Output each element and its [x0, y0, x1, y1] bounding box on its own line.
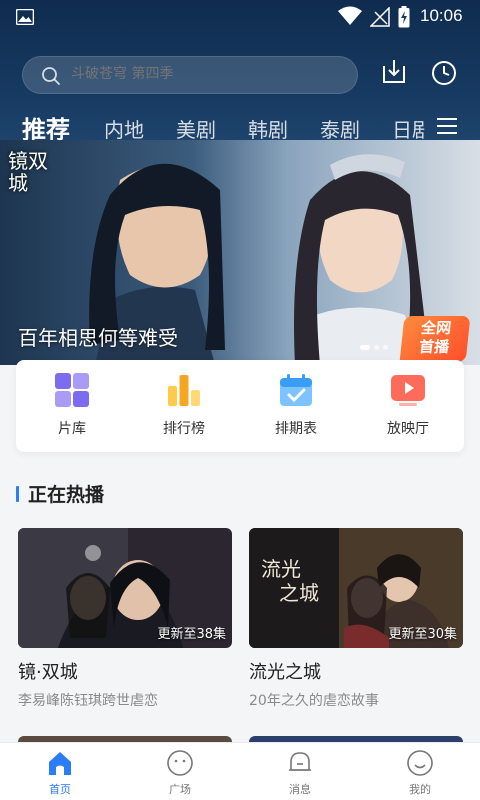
tab-korean-drama[interactable]: 韩剧	[248, 114, 288, 143]
show-card[interactable]: 更新至38集 镜·双城 李易峰陈钰琪跨世虐恋	[18, 528, 232, 710]
show-title: 镜·双城	[18, 662, 78, 683]
tab-us-drama[interactable]: 美剧	[176, 114, 216, 143]
nav-home[interactable]: 首页	[0, 743, 120, 800]
pagination-dot	[360, 345, 370, 350]
search-box[interactable]	[22, 56, 358, 94]
message-bell-icon	[289, 752, 311, 771]
nav-label: 首页	[49, 783, 71, 796]
section-title: 正在热播	[28, 484, 105, 506]
badge-line2: 首播	[418, 338, 451, 356]
nav-label: 广场	[169, 783, 191, 796]
premiere-badge: 全网 首播	[399, 316, 471, 362]
shortcut-card: 片库 排行榜 排期表 放映厅	[16, 360, 464, 452]
signal-icon	[370, 7, 390, 27]
download-icon[interactable]	[380, 58, 408, 86]
calendar-icon	[280, 374, 312, 406]
svg-text:流光: 流光	[261, 557, 301, 581]
show-poster: 流光 之城 更新至30集	[249, 528, 463, 648]
nav-messages[interactable]: 消息	[240, 743, 360, 800]
banner-logo: 镜双城	[8, 149, 48, 195]
show-card[interactable]: 流光 之城 更新至30集 流光之城 20年之久的虐恋故事	[249, 528, 463, 710]
search-icon	[42, 67, 60, 85]
ranking-icon	[168, 375, 200, 406]
shortcut-ranking[interactable]: 排行榜	[128, 360, 240, 452]
nav-profile[interactable]: 我的	[360, 743, 480, 800]
status-bar: 10:06	[0, 0, 480, 34]
history-clock-icon[interactable]	[430, 59, 458, 87]
tab-mainland[interactable]: 内地	[104, 114, 144, 143]
nav-square[interactable]: 广场	[120, 743, 240, 800]
shortcut-schedule[interactable]: 排期表	[240, 360, 352, 452]
pagination-dot	[383, 345, 388, 350]
tab-thai-drama[interactable]: 泰剧	[320, 114, 360, 143]
episode-badge: 更新至30集	[388, 627, 457, 642]
badge-line1: 全网	[420, 319, 453, 337]
image-notification-icon	[16, 9, 34, 25]
search-row	[0, 54, 480, 98]
shortcut-label: 排行榜	[163, 421, 205, 437]
status-time: 10:06	[420, 6, 463, 25]
tab-japanese-drama[interactable]: 日剧	[392, 114, 425, 143]
battery-charging-icon	[398, 6, 410, 28]
pagination-dot	[374, 345, 379, 350]
shortcut-label: 排期表	[275, 421, 317, 437]
menu-icon[interactable]	[436, 116, 458, 136]
banner-pagination	[360, 335, 392, 354]
nav-label: 消息	[289, 783, 311, 796]
show-description: 20年之久的虐恋故事	[249, 693, 379, 709]
wifi-icon	[338, 6, 362, 25]
bottom-navigation: 首页 广场 消息 我的	[0, 742, 480, 800]
episode-badge: 更新至38集	[157, 627, 226, 642]
shortcut-label: 放映厅	[387, 421, 429, 437]
profile-icon	[407, 750, 433, 776]
search-input[interactable]	[71, 66, 331, 82]
banner-caption: 百年相思何等难受	[18, 326, 178, 350]
show-poster: 更新至38集	[18, 528, 232, 648]
play-screen-icon	[391, 375, 425, 406]
square-icon	[167, 750, 193, 776]
svg-text:之城: 之城	[279, 581, 319, 605]
shortcut-label: 片库	[58, 421, 86, 437]
shortcut-library[interactable]: 片库	[16, 360, 128, 452]
section-accent-bar	[16, 486, 19, 502]
show-description: 李易峰陈钰琪跨世虐恋	[18, 693, 158, 709]
home-icon	[49, 752, 71, 775]
nav-label: 我的	[409, 783, 431, 796]
show-title: 流光之城	[249, 662, 321, 683]
shortcut-screening-hall[interactable]: 放映厅	[352, 360, 464, 452]
grid-icon	[55, 373, 89, 407]
hero-banner[interactable]: 镜双城 百年相思何等难受 全网 首播	[0, 140, 480, 365]
